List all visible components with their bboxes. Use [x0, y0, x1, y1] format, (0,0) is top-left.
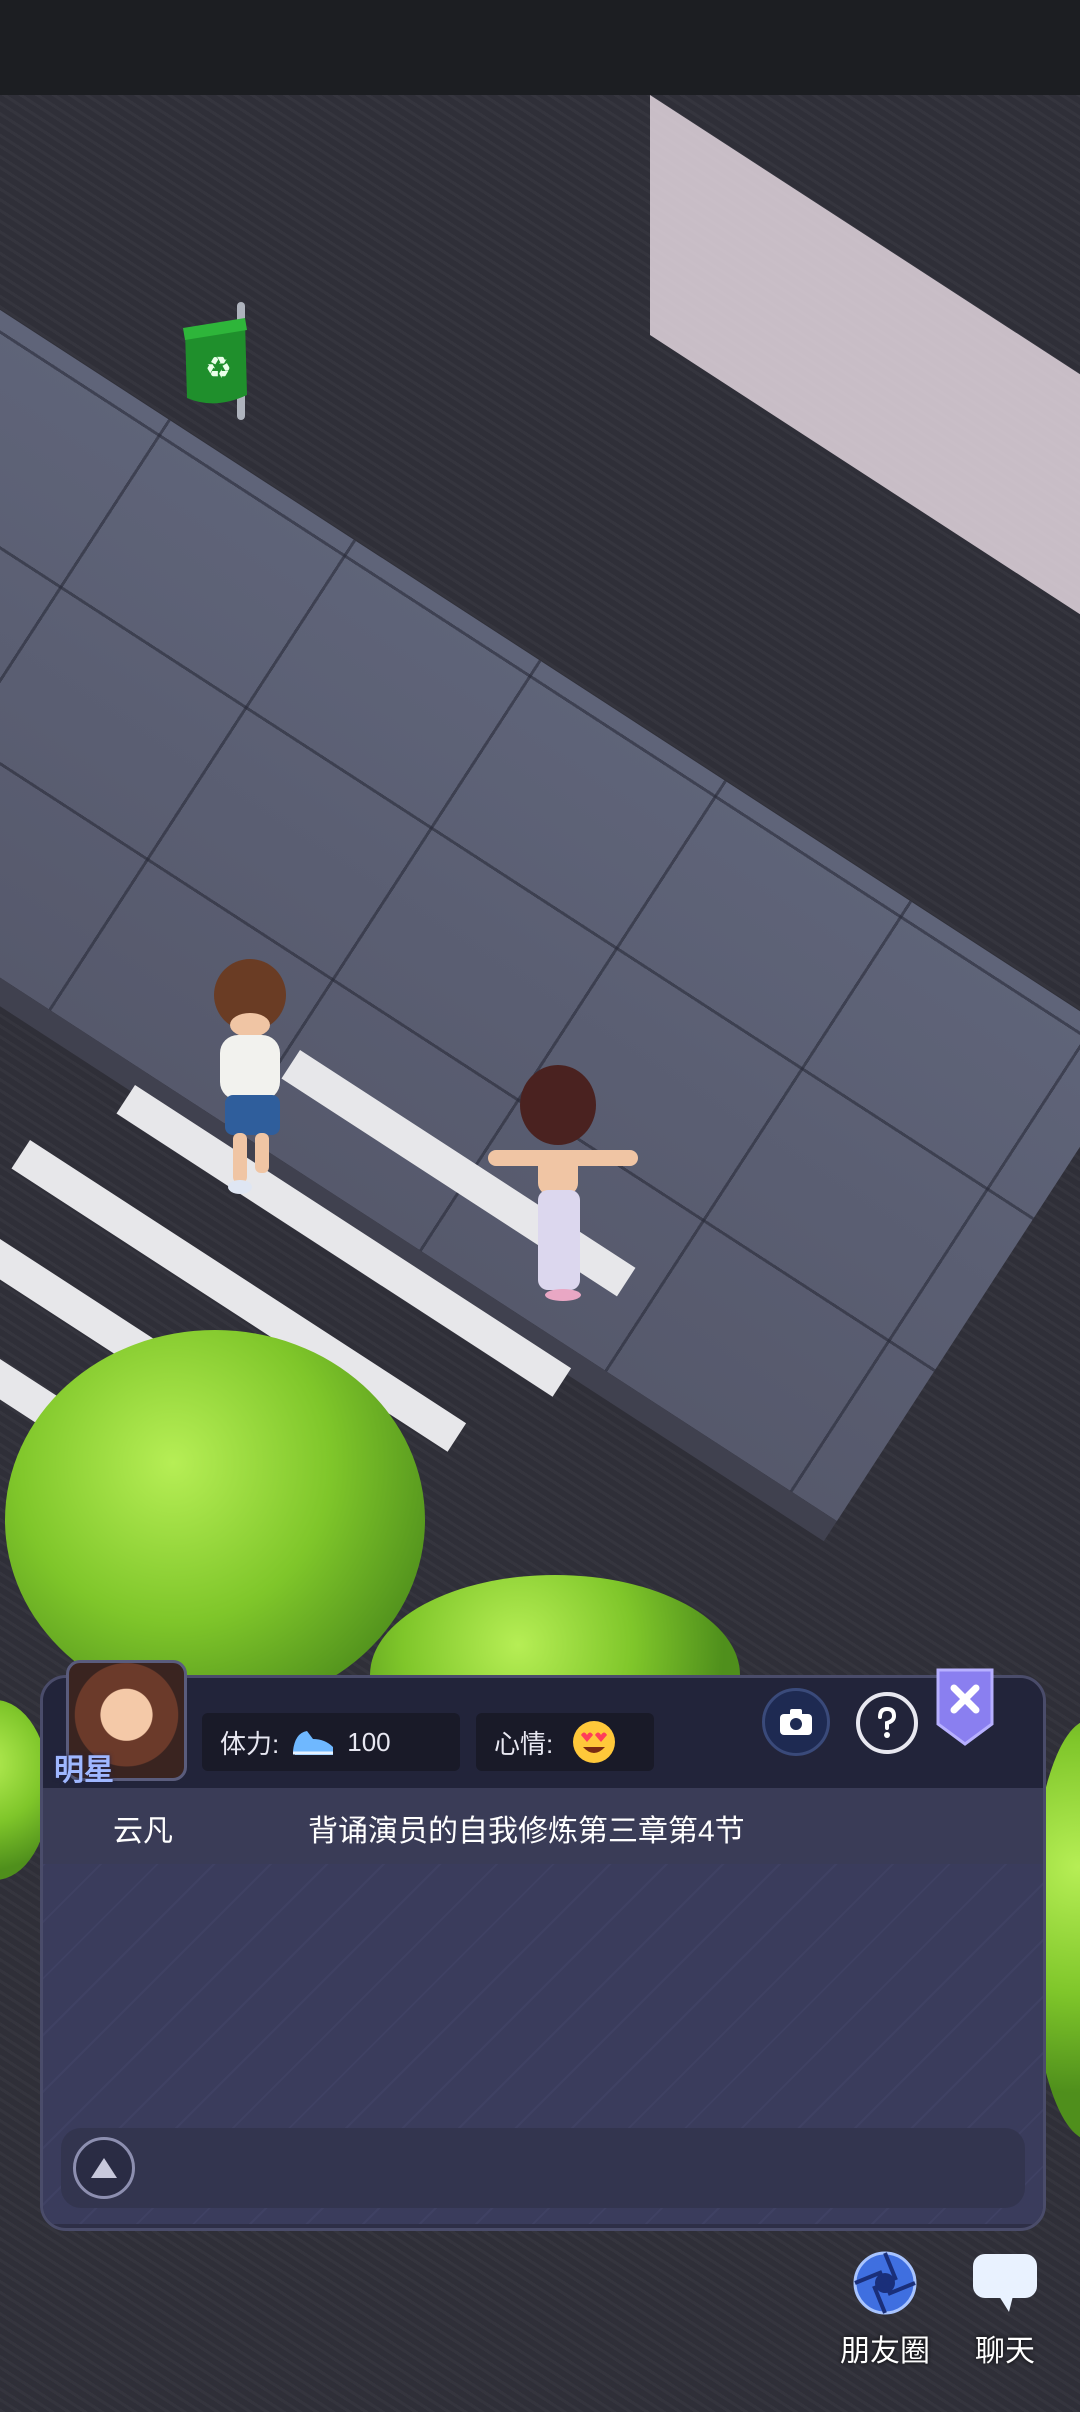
expand-button[interactable]	[73, 2137, 135, 2199]
stamina-label: 体力:	[220, 1728, 280, 1759]
moments-button[interactable]: 朋友圈	[830, 2250, 940, 2370]
close-icon	[936, 1668, 994, 1746]
walking-character	[214, 959, 286, 1194]
mood-box: 心情:	[476, 1713, 654, 1771]
moments-label: 朋友圈	[840, 2335, 930, 2368]
camera-icon	[780, 1709, 812, 1735]
chat-label: 聊天	[975, 2335, 1035, 2368]
status-bar	[0, 0, 1080, 95]
chat-row[interactable]: 云凡 背诵演员的自我修炼第三章第4节	[43, 1788, 1043, 1864]
stamina-box: 体力: 100	[202, 1713, 460, 1771]
player-character	[488, 1065, 638, 1301]
bush	[5, 1330, 425, 1710]
aperture-icon	[853, 2251, 917, 2315]
svg-text:♻: ♻	[205, 351, 232, 386]
chat-speaker: 云凡	[113, 1815, 173, 1848]
mood-label: 心情:	[494, 1728, 554, 1759]
chat-button[interactable]: 聊天	[950, 2250, 1060, 2370]
sneaker-icon	[293, 1731, 334, 1755]
help-button[interactable]	[856, 1692, 918, 1754]
chat-message: 背诵演员的自我修炼第三章第4节	[308, 1815, 745, 1848]
expand-up-icon	[91, 2158, 117, 2178]
heart-eyes-emoji-icon	[573, 1721, 616, 1763]
speech-bubble-icon	[973, 2254, 1037, 2312]
camera-button[interactable]	[762, 1688, 830, 1756]
question-icon	[878, 1706, 897, 1738]
trash-can: ♻	[183, 302, 247, 420]
stamina-value: 100	[347, 1726, 391, 1757]
title-badge: 明星	[54, 1754, 114, 1787]
close-button[interactable]	[936, 1668, 994, 1748]
chat-input-bar[interactable]	[61, 2128, 1025, 2208]
